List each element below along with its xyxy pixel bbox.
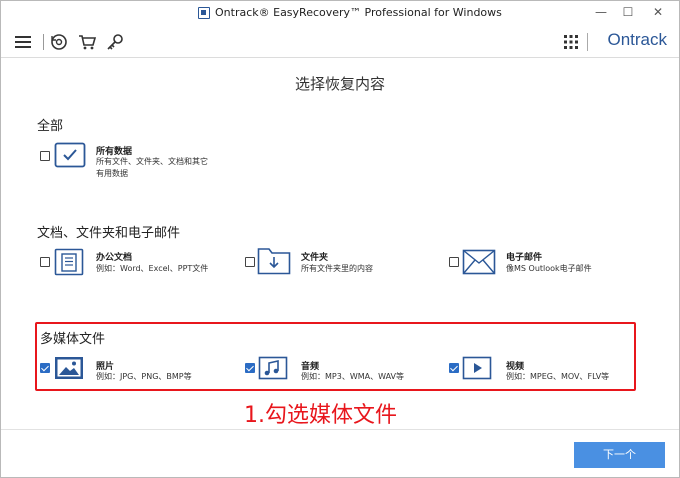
annotation-text: 1.勾选媒体文件 — [244, 403, 397, 428]
window-title: Ontrack® EasyRecovery™ Professional for … — [215, 6, 502, 19]
close-button[interactable]: ✕ — [648, 3, 668, 21]
apps-grid-icon[interactable] — [564, 35, 578, 49]
checkbox-all-data[interactable] — [40, 151, 50, 161]
all-data-icon — [54, 142, 86, 168]
toolbar: Ontrack — [1, 25, 679, 58]
item-label-email: 电子邮件 — [506, 253, 543, 263]
folder-icon — [257, 248, 291, 275]
item-desc-office-docs: 例如：Word、Excel、PPT文件 — [96, 264, 209, 273]
email-icon — [462, 249, 496, 275]
cart-icon[interactable] — [77, 32, 97, 52]
brand-logo: Ontrack — [607, 30, 667, 49]
maximize-button[interactable]: ☐ — [618, 3, 638, 21]
item-label-office-docs: 办公文档 — [96, 253, 133, 263]
minimize-button[interactable]: — — [591, 3, 611, 21]
item-desc-email: 像MS Outlook电子邮件 — [506, 264, 592, 273]
menu-icon[interactable] — [13, 32, 33, 52]
item-desc-all-data: 所有文件、文件夹、文档和其它 — [96, 157, 208, 166]
section-title-docs: 文档、文件夹和电子邮件 — [37, 226, 181, 241]
item-desc-folders: 所有文件夹里的内容 — [301, 264, 373, 273]
page-title: 选择恢复内容 — [294, 75, 385, 93]
highlight-box — [35, 322, 636, 391]
checkbox-email[interactable] — [449, 257, 459, 267]
title-bar: Ontrack® EasyRecovery™ Professional for … — [1, 1, 679, 25]
scan-history-icon[interactable] — [49, 32, 69, 52]
key-icon[interactable] — [105, 32, 125, 52]
footer-divider — [1, 429, 679, 430]
toolbar-separator — [43, 34, 44, 50]
office-docs-icon — [54, 248, 84, 276]
app-window: Ontrack® EasyRecovery™ Professional for … — [0, 0, 680, 478]
section-title-all: 全部 — [37, 119, 64, 134]
next-button[interactable]: 下一个 — [574, 442, 665, 468]
checkbox-office-docs[interactable] — [40, 257, 50, 267]
checkbox-folders[interactable] — [245, 257, 255, 267]
brand-separator — [587, 33, 588, 51]
item-label-folders: 文件夹 — [301, 253, 329, 263]
item-desc-all-data-2: 有用数据 — [96, 169, 128, 178]
app-icon — [198, 7, 210, 19]
